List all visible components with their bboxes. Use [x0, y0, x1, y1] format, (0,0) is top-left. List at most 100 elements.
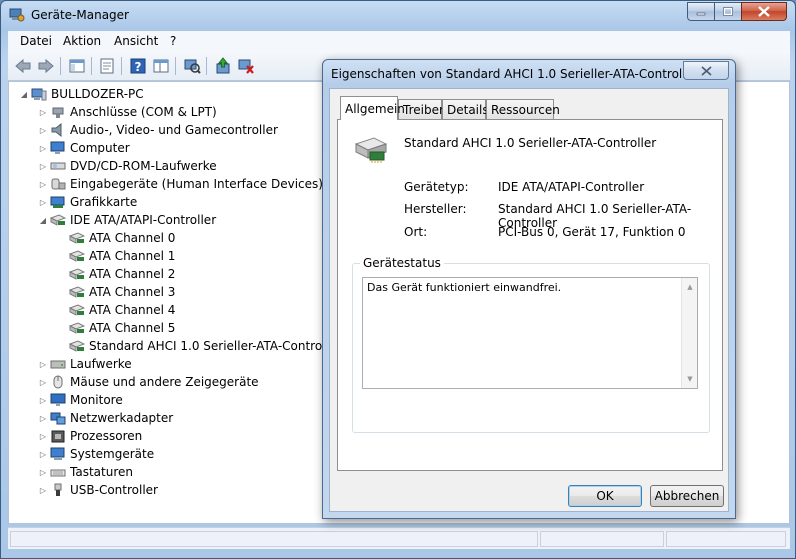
tree-device[interactable]: Standard AHCI 1.0 Serieller-ATA-Controll… — [57, 337, 341, 355]
status-cell — [540, 531, 664, 547]
prop-value-location: PCI-Bus 0, Gerät 17, Funktion 0 — [498, 225, 686, 239]
tree-item-label: ATA Channel 4 — [89, 303, 176, 317]
uninstall-device-icon[interactable] — [237, 57, 255, 75]
disk-drive-icon — [50, 360, 66, 369]
show-hide-console-tree-icon[interactable] — [68, 57, 86, 75]
computer-icon — [50, 141, 65, 154]
port-icon — [52, 107, 64, 118]
tree-category[interactable]: ▷ Prozessoren — [38, 427, 142, 445]
ide-controller-icon — [354, 137, 388, 163]
dialog-close-button[interactable] — [683, 61, 729, 80]
close-button[interactable] — [741, 2, 787, 21]
prop-value-type: IDE ATA/ATAPI-Controller — [498, 180, 645, 194]
prop-label-type: Gerätetyp: — [404, 180, 469, 194]
tree-device[interactable]: ATA Channel 0 — [57, 229, 175, 247]
collapse-arrow-icon[interactable]: ◢ — [38, 216, 48, 225]
tree-category[interactable]: ▷ Eingabegeräte (Human Interface Devices) — [38, 175, 323, 193]
menu-help[interactable]: ? — [170, 34, 176, 48]
expand-arrow-icon[interactable]: ▷ — [38, 378, 48, 387]
tree-category[interactable]: ▷ Tastaturen — [38, 463, 133, 481]
tree-category[interactable]: ▷ Grafikkarte — [38, 193, 137, 211]
maximize-button[interactable] — [714, 2, 742, 21]
tree-category[interactable]: ▷ Systemgeräte — [38, 445, 154, 463]
expand-arrow-icon[interactable]: ▷ — [38, 396, 48, 405]
tab-allgemein[interactable]: Allgemein — [340, 96, 405, 120]
tab-ressourcen[interactable]: Ressourcen — [486, 99, 560, 119]
expand-arrow-icon[interactable]: ▷ — [38, 414, 48, 423]
back-arrow-icon[interactable] — [14, 57, 32, 75]
help-icon[interactable]: ? — [129, 57, 147, 75]
menu-bar: Datei Aktion Ansicht ? — [8, 31, 790, 51]
toolbar-separator — [121, 57, 122, 75]
expand-arrow-icon[interactable]: ▷ — [38, 432, 48, 441]
device-status-group-title: Gerätestatus — [360, 256, 444, 270]
tree-category[interactable]: ▷ Monitore — [38, 391, 123, 409]
expand-arrow-icon[interactable]: ▷ — [38, 144, 48, 153]
view-grid-icon[interactable] — [152, 57, 170, 75]
update-driver-icon[interactable] — [214, 57, 232, 75]
processor-icon — [51, 430, 65, 443]
tree-category[interactable]: ▷ Computer — [38, 139, 130, 157]
scroll-down-icon[interactable]: ▼ — [682, 371, 698, 387]
expand-arrow-icon[interactable]: ▷ — [38, 450, 48, 459]
ata-channel-icon — [69, 286, 85, 298]
tree-item-label: Computer — [70, 141, 130, 155]
device-status-text: Das Gerät funktioniert einwandfrei. — [367, 281, 562, 294]
tree-category[interactable]: ◢ IDE ATA/ATAPI-Controller — [38, 211, 216, 229]
optical-drive-icon — [50, 162, 66, 170]
ata-channel-icon — [69, 322, 85, 334]
status-scrollbar[interactable]: ▲ ▼ — [681, 278, 697, 388]
collapse-arrow-icon[interactable]: ◢ — [19, 90, 29, 99]
menu-ansicht[interactable]: Ansicht — [114, 34, 158, 48]
tree-category[interactable]: ▷ DVD/CD-ROM-Laufwerke — [38, 157, 217, 175]
tree-device[interactable]: ATA Channel 5 — [57, 319, 175, 337]
tree-root-computer[interactable]: ◢ BULLDOZER-PC — [19, 85, 144, 103]
tree-item-label: Grafikkarte — [70, 195, 138, 209]
menu-aktion[interactable]: Aktion — [63, 34, 101, 48]
expand-arrow-icon[interactable]: ▷ — [38, 180, 48, 189]
tree-device[interactable]: ATA Channel 4 — [57, 301, 175, 319]
title-bar[interactable]: Geräte-Manager — [1, 1, 795, 29]
computer-root-icon — [31, 88, 47, 101]
expand-arrow-icon[interactable]: ▷ — [38, 162, 48, 171]
device-status-textbox[interactable]: Das Gerät funktioniert einwandfrei. ▲ ▼ — [362, 277, 698, 389]
ata-channel-icon — [69, 232, 85, 244]
tree-device[interactable]: ATA Channel 3 — [57, 283, 175, 301]
expand-arrow-icon[interactable]: ▷ — [38, 198, 48, 207]
close-icon — [758, 6, 770, 17]
dialog-title: Eigenschaften von Standard AHCI 1.0 Seri… — [331, 67, 698, 81]
tree-item-label: DVD/CD-ROM-Laufwerke — [70, 159, 217, 173]
tree-device[interactable]: ATA Channel 2 — [57, 265, 175, 283]
expand-arrow-icon[interactable]: ▷ — [38, 486, 48, 495]
monitor-icon — [50, 393, 66, 406]
scroll-up-icon[interactable]: ▲ — [682, 279, 698, 295]
ok-button[interactable]: OK — [568, 485, 642, 507]
tree-category[interactable]: ▷ Mäuse und andere Zeigegeräte — [38, 373, 259, 391]
prop-label-location: Ort: — [404, 225, 428, 239]
tree-category[interactable]: ▷ Laufwerke — [38, 355, 132, 373]
tree-item-label: ATA Channel 0 — [89, 231, 176, 245]
tree-item-label: ATA Channel 3 — [89, 285, 176, 299]
forward-arrow-icon[interactable] — [37, 57, 55, 75]
tree-item-label: ATA Channel 5 — [89, 321, 176, 335]
expand-arrow-icon[interactable]: ▷ — [38, 108, 48, 117]
expand-arrow-icon[interactable]: ▷ — [38, 126, 48, 135]
tree-category[interactable]: ▷ Anschlüsse (COM & LPT) — [38, 103, 217, 121]
menu-datei[interactable]: Datei — [20, 34, 52, 48]
tree-category[interactable]: ▷ Netzwerkadapter — [38, 409, 173, 427]
tab-details[interactable]: Details — [442, 99, 489, 119]
expand-arrow-icon[interactable]: ▷ — [38, 360, 48, 369]
tree-category[interactable]: ▷ USB-Controller — [38, 481, 158, 499]
tree-device[interactable]: ATA Channel 1 — [57, 247, 175, 265]
expand-arrow-icon[interactable]: ▷ — [38, 468, 48, 477]
tree-category[interactable]: ▷ Audio-, Video- und Gamecontroller — [38, 121, 278, 139]
tree-item-label: Standard AHCI 1.0 Serieller-ATA-Controll… — [89, 339, 342, 353]
minimize-icon — [696, 12, 706, 15]
dialog-body: Allgemein Treiber Details Ressourcen Sta… — [329, 88, 729, 512]
scan-hardware-icon[interactable] — [183, 57, 201, 75]
cancel-button[interactable]: Abbrechen — [650, 485, 724, 507]
properties-sheet-icon[interactable] — [98, 57, 116, 75]
tree-item-label: IDE ATA/ATAPI-Controller — [70, 213, 217, 227]
minimize-button[interactable] — [687, 2, 715, 21]
status-bar — [8, 527, 790, 549]
